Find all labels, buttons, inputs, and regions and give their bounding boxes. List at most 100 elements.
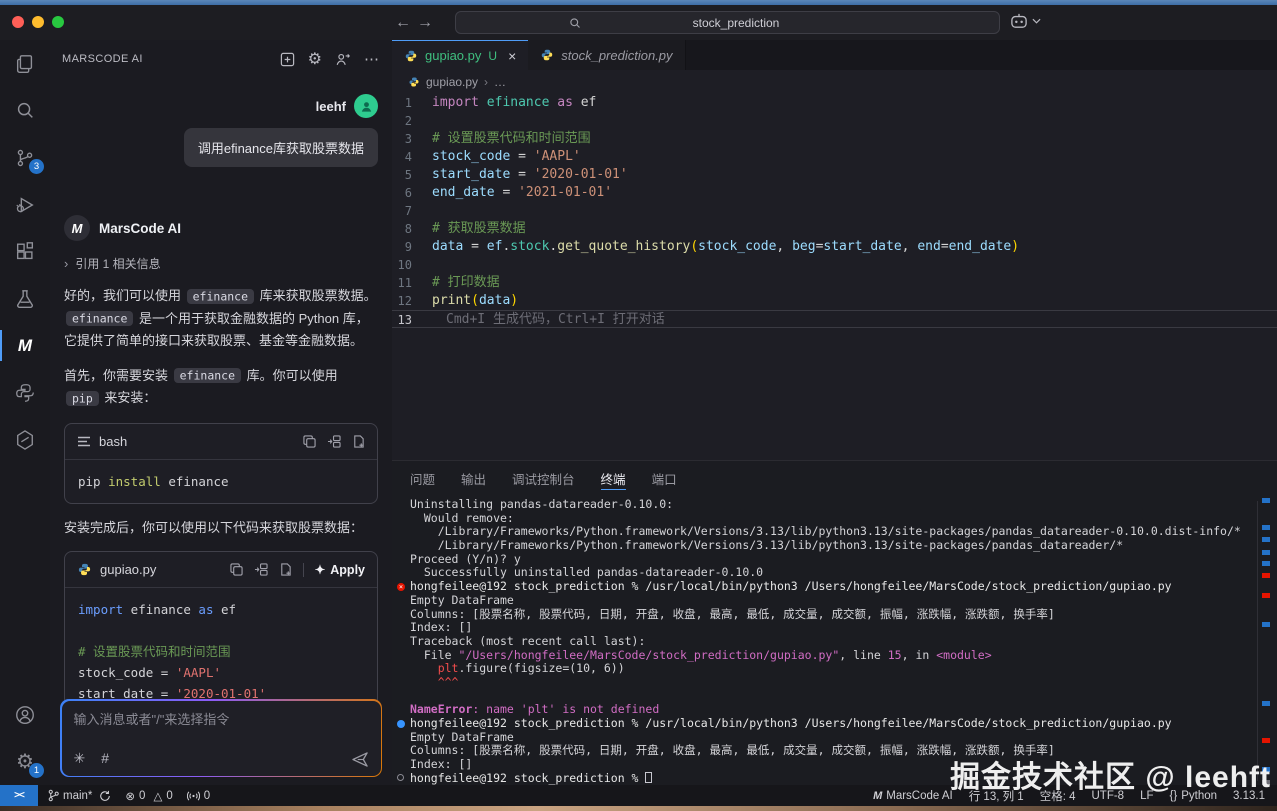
panel-tab-调试控制台[interactable]: 调试控制台	[512, 461, 575, 495]
account-icon	[14, 704, 36, 726]
copy-icon[interactable]	[230, 563, 243, 576]
marscode-ai-panel: MARSCODE AI ⚙ ⋯ leehf 调用efinance库获取股票数据 …	[50, 40, 392, 785]
profile-share-icon[interactable]	[335, 52, 351, 67]
editor-line[interactable]: 12print(data)	[392, 292, 1277, 310]
send-icon[interactable]	[352, 752, 369, 767]
terminal-line: Uninstalling pandas-datareader-0.10.0:	[410, 498, 1253, 512]
sidebar-item-explorer[interactable]	[0, 40, 50, 87]
sidebar-item-extensions[interactable]	[0, 228, 50, 275]
navigate-back-icon[interactable]: ←	[392, 5, 414, 40]
maximize-window-button[interactable]	[52, 16, 64, 28]
line-number: 13	[392, 311, 432, 327]
tab-gupiao[interactable]: gupiao.py U ×	[392, 40, 528, 70]
terminal-output[interactable]: Uninstalling pandas-datareader-0.10.0: W…	[410, 498, 1253, 783]
editor-line[interactable]: 6end_date = '2021-01-01'	[392, 184, 1277, 202]
insert-new-file-icon[interactable]	[352, 435, 365, 448]
marscode-status[interactable]: MMarsCode AI	[873, 790, 953, 802]
more-actions-icon[interactable]: ⋯	[364, 50, 380, 68]
code-line	[78, 620, 364, 641]
minimize-window-button[interactable]	[32, 16, 44, 28]
panel-tab-输出[interactable]: 输出	[461, 461, 486, 495]
editor-line[interactable]: 8# 获取股票数据	[392, 220, 1277, 238]
python-icon	[14, 382, 36, 404]
magic-command-icon[interactable]: ✳	[74, 750, 86, 767]
breadcrumb[interactable]: gupiao.py › …	[392, 70, 1277, 94]
editor-line[interactable]: 7	[392, 202, 1277, 220]
scm-badge: 3	[29, 159, 44, 174]
chat-input-field[interactable]	[74, 712, 369, 727]
editor-line[interactable]: 2	[392, 112, 1277, 130]
panel-tab-端口[interactable]: 端口	[652, 461, 677, 495]
scroll-decoration	[1262, 561, 1270, 566]
chat-input-box[interactable]: ✳ #	[62, 701, 381, 776]
sidebar-item-python[interactable]	[0, 369, 50, 416]
sidebar-item-source-control[interactable]: 3	[0, 134, 50, 181]
reference-label: 引用 1 相关信息	[75, 255, 160, 272]
user-name: leehf	[316, 99, 346, 114]
code-editor[interactable]: 1import efinance as ef2 3# 设置股票代码和时间范围4s…	[392, 94, 1277, 328]
apply-button[interactable]: ✦Apply	[315, 562, 365, 577]
sidebar-item-marscode-ai[interactable]: M	[0, 322, 50, 369]
command-center-search[interactable]	[455, 11, 1000, 34]
sidebar-item-search[interactable]	[0, 87, 50, 134]
scroll-decoration	[1262, 573, 1270, 578]
title-bar: ← →	[0, 5, 1277, 40]
extensions-icon	[14, 241, 36, 263]
sync-icon	[99, 790, 111, 802]
editor-line[interactable]: 9data = ef.stock.get_quote_history(stock…	[392, 238, 1277, 256]
files-icon	[14, 53, 36, 75]
beaker-icon	[14, 288, 36, 310]
remote-indicator[interactable]: ><	[0, 785, 38, 806]
assistant-name: MarsCode AI	[99, 221, 181, 236]
close-tab-icon[interactable]: ×	[508, 48, 516, 64]
search-input[interactable]	[586, 16, 886, 30]
insert-new-file-icon[interactable]	[279, 563, 292, 576]
inline-code-chip: efinance	[187, 289, 254, 304]
sidebar-item-testing[interactable]	[0, 275, 50, 322]
accounts-button[interactable]	[0, 691, 50, 738]
navigate-forward-icon[interactable]: →	[414, 5, 436, 40]
ai-assistant-menu[interactable]	[1010, 13, 1041, 29]
scroll-decoration	[1262, 593, 1270, 598]
panel-tab-终端[interactable]: 终端	[601, 461, 626, 495]
code-block-header: gupiao.py ✦Apply	[65, 552, 377, 588]
chevron-right-icon: ›	[64, 256, 68, 271]
new-chat-icon[interactable]	[280, 52, 295, 67]
copy-icon[interactable]	[303, 435, 316, 448]
editor-line[interactable]: 13Cmd+I 生成代码，Ctrl+I 打开对话	[392, 310, 1277, 328]
sidebar-item-run-debug[interactable]	[0, 181, 50, 228]
window-controls[interactable]	[12, 16, 64, 28]
panel-settings-icon[interactable]: ⚙	[308, 49, 322, 69]
close-window-button[interactable]	[12, 16, 24, 28]
editor-line[interactable]: 1import efinance as ef	[392, 94, 1277, 112]
scroll-decoration	[1262, 498, 1270, 503]
terminal-line: plt.figure(figsize=(10, 6))	[410, 662, 1253, 676]
editor-line[interactable]: 3# 设置股票代码和时间范围	[392, 130, 1277, 148]
terminal-error-decoration: ×	[397, 583, 405, 591]
reference-toggle[interactable]: › 引用 1 相关信息	[64, 255, 378, 272]
editor-line[interactable]: 10	[392, 256, 1277, 274]
ports-status[interactable]: 0	[187, 790, 210, 802]
panel-tab-问题[interactable]: 问题	[410, 461, 435, 495]
terminal-line: Index: []	[410, 621, 1253, 635]
editor-line[interactable]: 11# 打印数据	[392, 274, 1277, 292]
insert-at-cursor-icon[interactable]	[327, 435, 341, 448]
marscode-logo-icon: M	[64, 215, 90, 241]
code-block-body: pip install efinance	[65, 460, 377, 503]
tab-stock-prediction[interactable]: stock_prediction.py	[528, 40, 685, 70]
line-number: 6	[392, 184, 432, 202]
line-number: 1	[392, 94, 432, 112]
terminal-line: NameError: name 'plt' is not defined	[410, 703, 1253, 717]
context-hash-icon[interactable]: #	[101, 750, 109, 767]
branch-status[interactable]: main*	[48, 789, 111, 802]
marscode-icon: M	[873, 790, 882, 802]
insert-at-cursor-icon[interactable]	[254, 563, 268, 576]
editor-line[interactable]: 5start_date = '2020-01-01'	[392, 166, 1277, 184]
sidebar-item-hexagon-extension[interactable]	[0, 416, 50, 463]
broadcast-icon	[187, 790, 200, 802]
scroll-decoration	[1262, 738, 1270, 743]
problems-status[interactable]: ⊗0 △0	[125, 789, 172, 803]
settings-button[interactable]: ⚙ 1	[0, 738, 50, 785]
terminal-line: File "/Users/hongfeilee/MarsCode/stock_p…	[410, 649, 1253, 663]
editor-line[interactable]: 4stock_code = 'AAPL'	[392, 148, 1277, 166]
